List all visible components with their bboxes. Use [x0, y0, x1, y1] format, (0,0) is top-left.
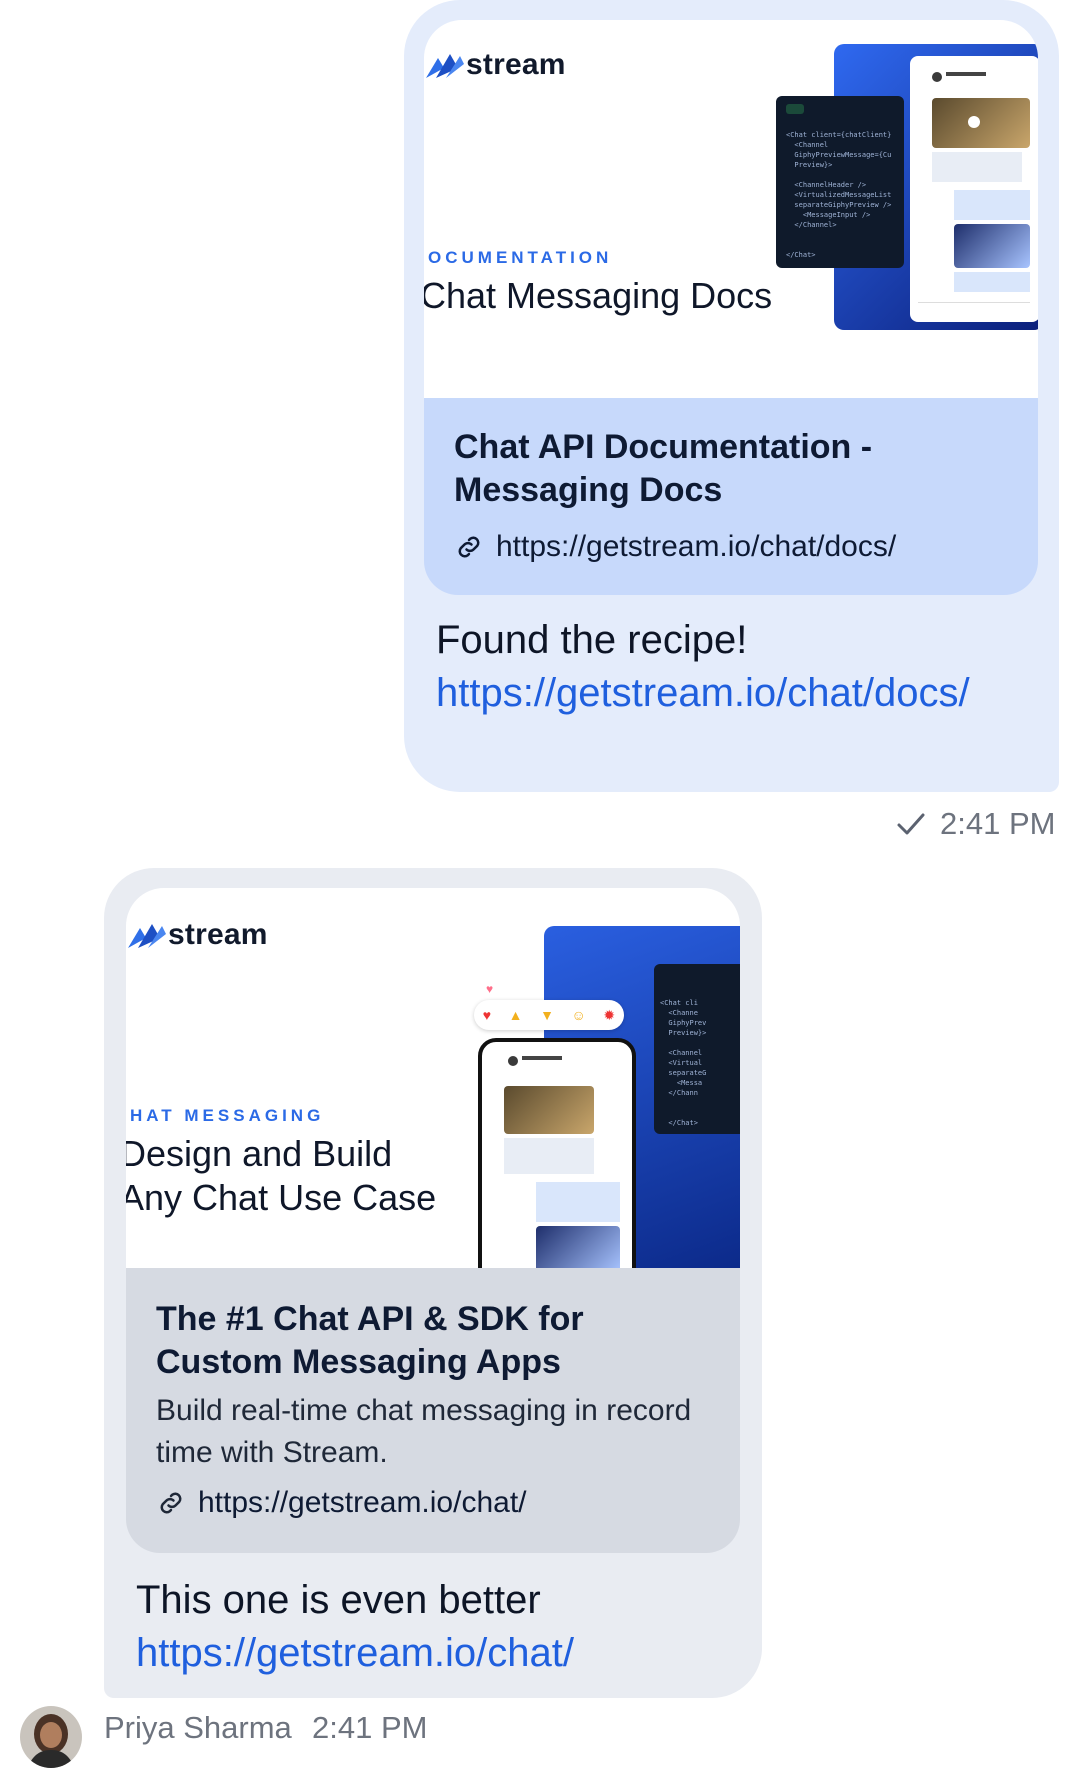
- outgoing-message-text: Found the recipe!: [436, 618, 748, 662]
- image-headline: Chat Messaging Docs: [424, 275, 773, 316]
- floating-heart: ♥: [486, 982, 494, 996]
- stream-logo-icon: [426, 54, 464, 78]
- link-preview-card[interactable]: Chat API Documentation - Messaging Docs …: [424, 398, 1038, 595]
- link-preview-url-text: https://getstream.io/chat/: [198, 1486, 527, 1519]
- image-kicker: OCUMENTATION: [428, 248, 613, 267]
- stream-logo: stream: [424, 48, 566, 82]
- stream-logo-icon: [128, 924, 166, 948]
- avatar[interactable]: [20, 1706, 82, 1768]
- image-headline-line-1: Design and Build: [126, 1133, 393, 1174]
- stream-logo: stream: [126, 918, 268, 952]
- link-preview-image[interactable]: stream HAT MESSAGING Design and Build An…: [126, 888, 740, 1268]
- outgoing-message-status: 2:41 PM: [896, 806, 1055, 842]
- outgoing-message-time: 2:41 PM: [940, 806, 1056, 841]
- incoming-message-text: This one is even better: [136, 1578, 541, 1622]
- link-preview-image[interactable]: stream OCUMENTATION Chat Messaging Docs …: [424, 20, 1038, 398]
- link-icon: [160, 1492, 182, 1514]
- message-author: Priya Sharma: [104, 1710, 292, 1745]
- image-kicker: HAT MESSAGING: [130, 1106, 325, 1125]
- logo-text: stream: [168, 918, 268, 951]
- link-preview-title: Chat API Documentation - Messaging Docs: [454, 428, 873, 509]
- image-code-panel: <Chat cli <Channe GiphyPrev Preview}> <C…: [654, 964, 740, 1134]
- outgoing-message-link[interactable]: https://getstream.io/chat/docs/: [436, 667, 1026, 720]
- image-code-panel: <Chat client={chatClient} <Channel Giphy…: [776, 96, 904, 268]
- link-preview-url[interactable]: https://getstream.io/chat/docs/: [454, 530, 896, 564]
- incoming-message-time: 2:41 PM: [312, 1710, 428, 1745]
- link-preview-url[interactable]: https://getstream.io/chat/: [156, 1486, 527, 1520]
- link-preview-card[interactable]: The #1 Chat API & SDK for Custom Messagi…: [126, 1268, 740, 1553]
- code-snippet: <Chat client={chatClient} <Channel Giphy…: [786, 131, 892, 259]
- link-preview-url-text: https://getstream.io/chat/docs/: [496, 530, 897, 563]
- incoming-message-link[interactable]: https://getstream.io/chat/: [136, 1627, 736, 1680]
- image-headline-line-2: Any Chat Use Case: [126, 1177, 437, 1218]
- link-preview-description: Build real-time chat messaging in record…: [156, 1394, 692, 1469]
- link-icon: [458, 536, 480, 558]
- image-phone-mockup: [910, 56, 1038, 322]
- logo-text: stream: [466, 48, 566, 81]
- image-phone-mockup: [478, 1038, 636, 1268]
- checkmark-icon: [897, 813, 925, 835]
- reaction-bar: ♥ ▲ ▼ ☺ ✹: [474, 1000, 624, 1030]
- link-preview-title: The #1 Chat API & SDK for Custom Messagi…: [156, 1300, 584, 1381]
